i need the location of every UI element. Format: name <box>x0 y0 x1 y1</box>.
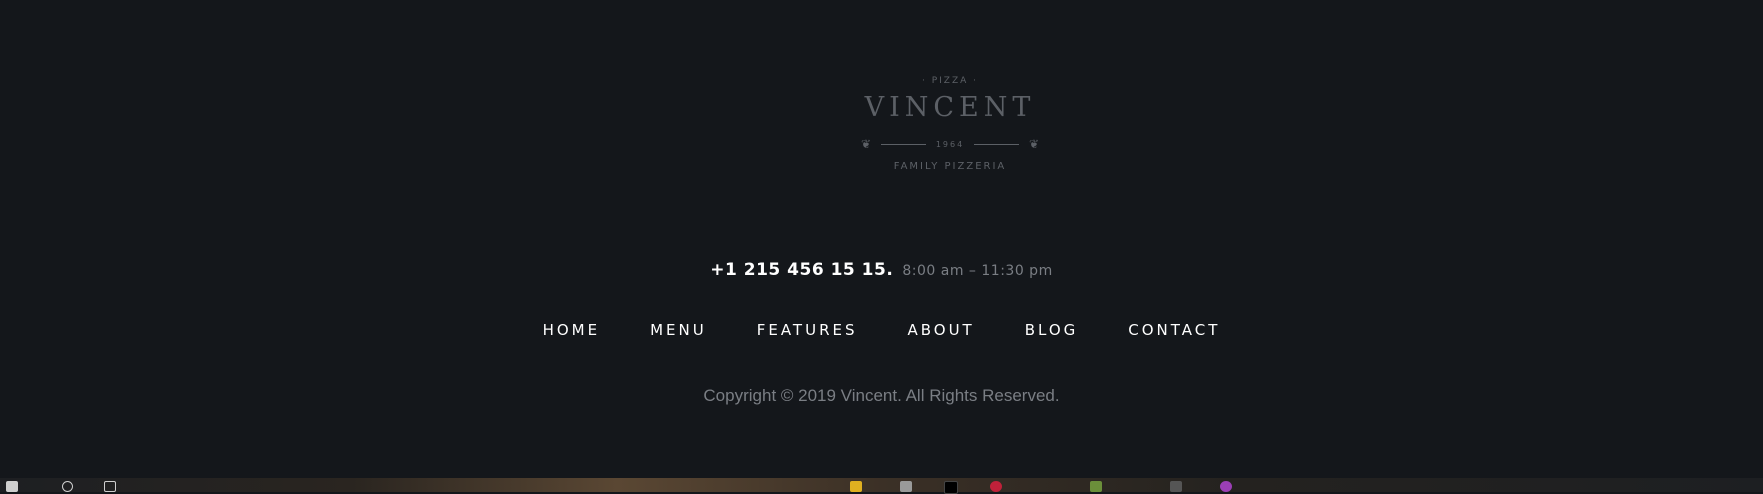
logo-subtitle: FAMILY PIZZERIA <box>893 161 1007 172</box>
nav-features[interactable]: FEATURES <box>757 321 858 339</box>
nav-home[interactable]: HOME <box>543 321 601 339</box>
search-icon[interactable] <box>62 481 73 492</box>
browser-icon[interactable] <box>1220 481 1232 492</box>
terminal-icon[interactable] <box>944 481 958 494</box>
copyright-text: Copyright © 2019 Vincent. All Rights Res… <box>703 386 1060 405</box>
app-icon[interactable] <box>1170 481 1182 492</box>
logo-top-text: · PIZZA · <box>921 76 978 86</box>
nav-menu[interactable]: MENU <box>650 321 707 339</box>
leaf-left-icon: ❦ <box>861 137 872 151</box>
footer-nav: HOME MENU FEATURES ABOUT BLOG CONTACT <box>0 321 1763 339</box>
logo-divider-right <box>974 143 1019 145</box>
file-explorer-icon[interactable] <box>850 481 862 492</box>
active-app-icon[interactable] <box>1090 481 1102 492</box>
os-taskbar <box>0 478 1763 494</box>
app-icon[interactable] <box>900 481 912 492</box>
opening-hours: 8:00 am – 11:30 pm <box>902 263 1053 279</box>
windows-start-icon[interactable] <box>6 481 18 492</box>
contact-line: +1 215 456 15 15. 8:00 am – 11:30 pm <box>0 260 1763 280</box>
vincent-pizza-logo[interactable]: · PIZZA · VINCENT ❦ 1964 ❦ FAMILY PIZZER… <box>855 68 1045 184</box>
logo-rule: ❦ 1964 ❦ <box>861 136 1039 152</box>
nav-about[interactable]: ABOUT <box>907 321 974 339</box>
logo-name: VINCENT <box>864 92 1036 123</box>
logo-divider-left <box>881 143 926 145</box>
nav-blog[interactable]: BLOG <box>1025 321 1079 339</box>
leaf-right-icon: ❦ <box>1028 137 1040 151</box>
site-footer: · PIZZA · VINCENT ❦ 1964 ❦ FAMILY PIZZER… <box>0 0 1763 478</box>
task-view-icon[interactable] <box>104 481 116 492</box>
nav-contact[interactable]: CONTACT <box>1128 321 1220 339</box>
phone-number[interactable]: +1 215 456 15 15. <box>710 260 893 280</box>
logo-year: 1964 <box>935 139 965 149</box>
opera-icon[interactable] <box>990 481 1002 492</box>
